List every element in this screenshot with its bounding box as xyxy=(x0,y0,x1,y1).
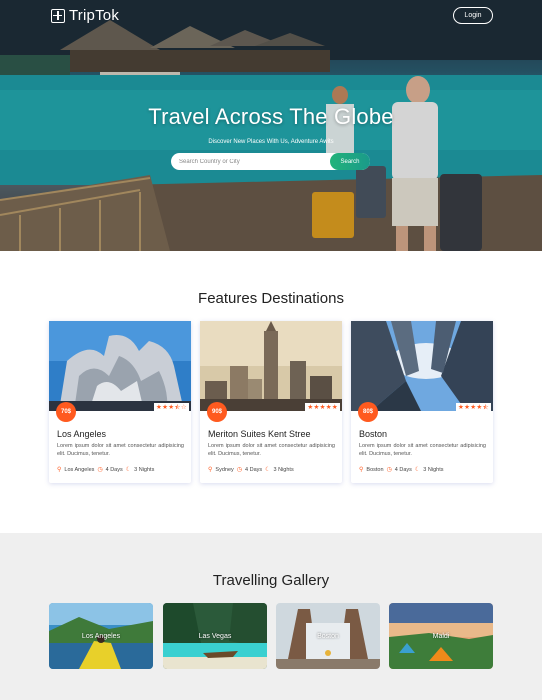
moon-icon: ☾ xyxy=(414,466,421,473)
card-days: 4 Days xyxy=(105,466,123,473)
card-nights: 3 Nights xyxy=(423,466,444,473)
hero-subtitle: Discover New Places With Us, Adventure A… xyxy=(208,139,334,145)
gallery-item-maldi[interactable]: Maldi xyxy=(389,603,493,669)
price-badge: 70$ xyxy=(56,402,76,422)
star-rating: ★★★★★ xyxy=(305,403,340,411)
hero-title: Travel Across The Globe xyxy=(148,104,394,129)
search-button[interactable]: Search xyxy=(330,153,370,170)
gallery-item-las-vegas[interactable]: Las Vegas xyxy=(163,603,267,669)
plus-box-icon xyxy=(51,8,65,23)
destination-card-boston[interactable]: 80$ ★★★★⯪ Boston Lorem ipsum dolor sit a… xyxy=(351,321,493,483)
brand-name: TripTok xyxy=(69,7,120,24)
card-description: Lorem ipsum dolor sit amet consectetur a… xyxy=(208,443,335,457)
location-pin-icon: ⚲ xyxy=(208,466,213,473)
gallery-label: Las Vegas xyxy=(198,633,232,640)
search-input[interactable] xyxy=(171,153,330,170)
card-description: Lorem ipsum dolor sit amet consectetur a… xyxy=(57,443,184,457)
search-bar: Search xyxy=(171,153,370,170)
price-badge: 90$ xyxy=(207,402,227,422)
gallery-title: Travelling Gallery xyxy=(212,572,330,589)
card-nights: 3 Nights xyxy=(134,466,155,473)
gallery-item-los-angeles[interactable]: Los Angeles xyxy=(49,603,153,669)
card-location: Sydney xyxy=(215,466,234,473)
card-meta: ⚲ Boston ◷ 4 Days ☾ 3 Nights xyxy=(359,466,443,473)
star-rating: ★★★★⯪ xyxy=(456,403,491,411)
brand-logo[interactable]: TripTok xyxy=(51,7,119,24)
card-title: Los Angeles xyxy=(57,429,107,439)
clock-icon: ◷ xyxy=(97,466,103,473)
location-pin-icon: ⚲ xyxy=(359,466,364,473)
card-image-boston xyxy=(351,321,493,411)
card-nights: 3 Nights xyxy=(273,466,294,473)
card-location: Los Angeles xyxy=(64,466,95,473)
login-button[interactable]: Login xyxy=(453,7,493,24)
destination-card-los-angeles[interactable]: 70$ ★★★⯪☆ Los Angeles Lorem ipsum dolor … xyxy=(49,321,191,483)
location-pin-icon: ⚲ xyxy=(57,466,62,473)
card-location: Boston xyxy=(366,466,384,473)
clock-icon: ◷ xyxy=(386,466,392,473)
card-days: 4 Days xyxy=(394,466,412,473)
card-meta: ⚲ Los Angeles ◷ 4 Days ☾ 3 Nights xyxy=(57,466,154,473)
card-meta: ⚲ Sydney ◷ 4 Days ☾ 3 Nights xyxy=(208,466,294,473)
gallery-label: Boston xyxy=(317,633,339,640)
card-days: 4 Days xyxy=(245,466,263,473)
price-badge: 80$ xyxy=(358,402,378,422)
hero-banner: TripTok Login Travel Across The Globe Di… xyxy=(0,0,542,251)
star-rating: ★★★⯪☆ xyxy=(154,403,189,411)
card-image-sydney xyxy=(200,321,342,411)
card-title: Boston xyxy=(359,429,388,439)
card-title: Meriton Suites Kent Stree xyxy=(208,429,311,439)
moon-icon: ☾ xyxy=(125,466,132,473)
gallery-label: Maldi xyxy=(432,633,450,640)
destination-card-meriton[interactable]: 90$ ★★★★★ Meriton Suites Kent Stree Lore… xyxy=(200,321,342,483)
features-title: Features Destinations xyxy=(198,290,344,307)
gallery-label: Los Angeles xyxy=(81,633,121,640)
card-image-los-angeles xyxy=(49,321,191,411)
clock-icon: ◷ xyxy=(236,466,243,473)
gallery-item-boston[interactable]: Boston xyxy=(276,603,380,669)
card-description: Lorem ipsum dolor sit amet consectetur a… xyxy=(359,443,486,457)
moon-icon: ☾ xyxy=(265,466,271,473)
